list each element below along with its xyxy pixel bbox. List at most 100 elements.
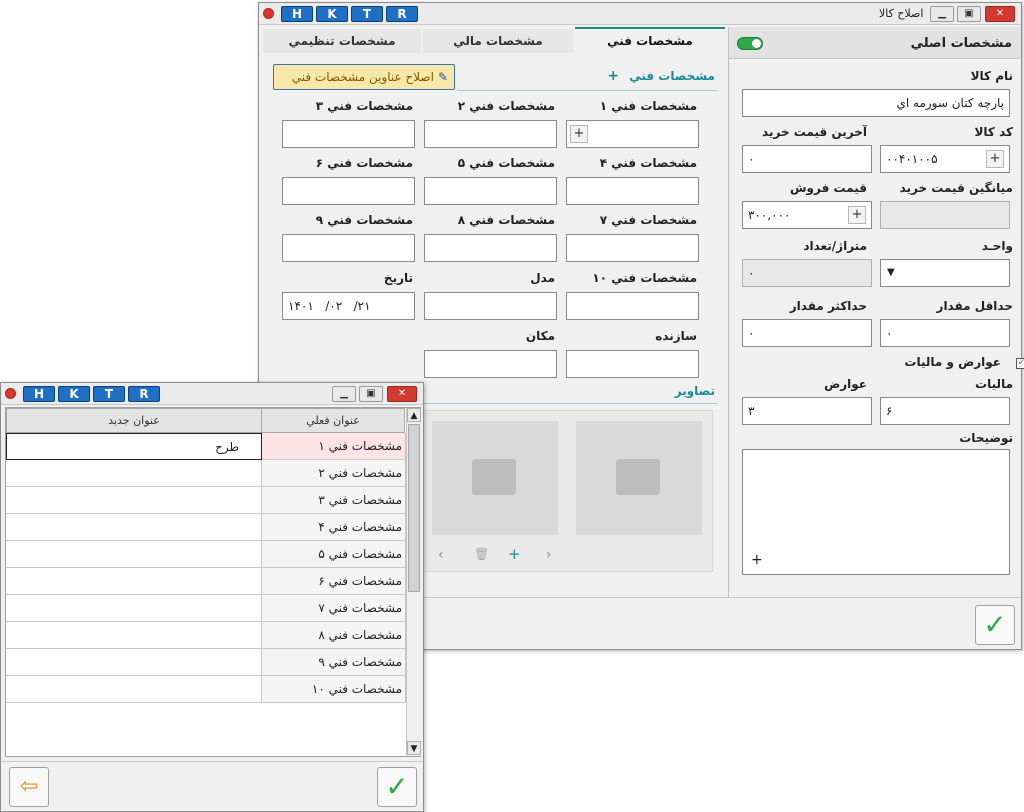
row-new-title[interactable] xyxy=(6,622,262,649)
row-new-title[interactable] xyxy=(6,649,262,676)
code-plus-button[interactable]: + xyxy=(986,150,1004,168)
row-current-title[interactable]: مشخصات فني ۹ xyxy=(261,649,406,676)
scroll-down-icon[interactable]: ▼ xyxy=(407,741,421,755)
row-current-title[interactable]: مشخصات فني ۷ xyxy=(261,595,406,622)
tech2-input[interactable] xyxy=(424,120,557,148)
meter-label: متراژ/تعداد xyxy=(803,239,867,253)
title-bar[interactable]: H K T R اصلاح كالا ▁ ▣ ✕ xyxy=(259,3,1021,25)
row-current-title[interactable]: مشخصات فني ۲ xyxy=(261,460,406,487)
tax-check-label: عوارض و ماليات xyxy=(904,355,1001,369)
maximize-icon[interactable]: ▣ xyxy=(957,6,981,22)
tech6-input[interactable] xyxy=(282,177,415,205)
h-button[interactable]: H xyxy=(281,6,313,22)
ok-button[interactable]: ✓ xyxy=(975,605,1015,645)
row-current-title[interactable]: مشخصات فني ۱۰ xyxy=(261,676,406,703)
add-image-icon[interactable]: + xyxy=(508,545,521,563)
maximize-icon[interactable]: ▣ xyxy=(359,386,383,402)
tab-technical[interactable]: مشخصات فني xyxy=(575,27,725,51)
tax-input[interactable]: ۶ xyxy=(880,397,1010,425)
chevron-right-icon[interactable]: › xyxy=(546,547,552,563)
min-label: حداقل مقدار xyxy=(936,299,1013,313)
close-icon[interactable]: ✕ xyxy=(387,386,417,402)
tech7-input[interactable] xyxy=(566,234,699,262)
tech1-plus-button[interactable]: + xyxy=(570,125,588,143)
ok-button[interactable]: ✓ xyxy=(377,767,417,807)
name-input[interactable]: پارچه كتان سورمه اي xyxy=(742,89,1010,117)
h-button[interactable]: H xyxy=(23,386,55,402)
tech9-input[interactable] xyxy=(282,234,415,262)
description-textarea[interactable]: + xyxy=(742,449,1010,575)
tech3-input[interactable] xyxy=(282,120,415,148)
tab-regulatory[interactable]: مشخصات تنظيمي xyxy=(263,29,421,53)
r-button[interactable]: R xyxy=(386,6,418,22)
close-dot-icon[interactable] xyxy=(263,8,274,19)
avg-price-label: ميانگين قيمت خريد xyxy=(899,181,1013,195)
last-price-input[interactable]: ۰ xyxy=(742,145,872,173)
row-new-title[interactable] xyxy=(6,568,262,595)
window-title: اصلاح كالا xyxy=(879,7,924,20)
date-label: تاريخ xyxy=(383,271,413,285)
pencil-icon: ✎ xyxy=(437,70,448,84)
tech10-input[interactable] xyxy=(566,292,699,320)
minimize-icon[interactable]: ▁ xyxy=(332,386,356,402)
r-button[interactable]: R xyxy=(128,386,160,402)
tech4-input[interactable] xyxy=(566,177,699,205)
min-input[interactable]: ۰ xyxy=(880,319,1010,347)
duty-input[interactable]: ۳ xyxy=(742,397,872,425)
t-button[interactable]: T xyxy=(351,6,383,22)
image-placeholder-2[interactable] xyxy=(432,421,558,535)
tech5-input[interactable] xyxy=(424,177,557,205)
row-new-title[interactable]: طرح xyxy=(6,433,262,460)
row-current-title[interactable]: مشخصات فني ۱ xyxy=(261,433,406,460)
grid-rows: مشخصات فني ۱ طرح مشخصات فني ۲ مشخصات فني ۳م… xyxy=(6,433,406,757)
tab-financial[interactable]: مشخصات مالي xyxy=(423,29,573,53)
row-new-title[interactable] xyxy=(6,514,262,541)
tech-section-text: مشخصات فني xyxy=(629,69,715,83)
col-current-header[interactable]: عنوان فعلي xyxy=(261,408,405,433)
row-new-title[interactable] xyxy=(6,487,262,514)
tech8-input[interactable] xyxy=(424,234,557,262)
image-placeholder-1[interactable] xyxy=(576,421,702,535)
row-new-title[interactable] xyxy=(6,595,262,622)
row-new-title[interactable] xyxy=(6,460,262,487)
title-bar[interactable]: H K T R ▁ ▣ ✕ xyxy=(1,383,423,405)
k-button[interactable]: K xyxy=(316,6,348,22)
max-label: حداكثر مقدار xyxy=(789,299,867,313)
k-button[interactable]: K xyxy=(58,386,90,402)
scroll-up-icon[interactable]: ▲ xyxy=(407,408,421,422)
toggle-switch[interactable] xyxy=(737,37,763,50)
place-input[interactable] xyxy=(424,350,557,378)
name-label: نام كالا xyxy=(970,69,1013,83)
images-section-title: تصاوير xyxy=(674,384,715,398)
close-icon[interactable]: ✕ xyxy=(985,6,1015,22)
scrollbar[interactable]: ▲ ▼ xyxy=(406,408,421,756)
minimize-icon[interactable]: ▁ xyxy=(930,6,954,22)
chevron-left-icon[interactable]: ‹ xyxy=(438,547,444,563)
close-dot-icon[interactable] xyxy=(5,388,16,399)
row-new-title[interactable] xyxy=(6,676,262,703)
row-current-title[interactable]: مشخصات فني ۳ xyxy=(261,487,406,514)
col-new-header[interactable]: عنوان جديد xyxy=(6,408,262,433)
tech4-label: مشخصات فني ۴ xyxy=(599,156,697,170)
description-plus-icon[interactable]: + xyxy=(751,552,763,568)
exit-button[interactable]: ⇦ xyxy=(9,767,49,807)
plus-icon[interactable]: + xyxy=(607,68,619,84)
tech1-label: مشخصات فني ۱ xyxy=(599,99,697,113)
row-current-title[interactable]: مشخصات فني ۴ xyxy=(261,514,406,541)
row-current-title[interactable]: مشخصات فني ۶ xyxy=(261,568,406,595)
row-new-title[interactable] xyxy=(6,541,262,568)
sale-price-plus-button[interactable]: + xyxy=(848,206,866,224)
trash-icon[interactable]: 🗑 xyxy=(474,547,489,561)
date-input[interactable]: ۱۴۰۱ /۰۲ /۲۱ xyxy=(282,292,415,320)
row-current-title[interactable]: مشخصات فني ۸ xyxy=(261,622,406,649)
maker-input[interactable] xyxy=(566,350,699,378)
unit-select[interactable]: ▼ xyxy=(880,259,1010,287)
scroll-thumb[interactable] xyxy=(408,424,420,592)
t-button[interactable]: T xyxy=(93,386,125,402)
tax-checkbox[interactable]: ✓ xyxy=(1016,358,1024,369)
max-input[interactable]: ۰ xyxy=(742,319,872,347)
row-current-title[interactable]: مشخصات فني ۵ xyxy=(261,541,406,568)
image-icon xyxy=(472,459,516,495)
model-input[interactable] xyxy=(424,292,557,320)
edit-titles-button[interactable]: ✎اصلاح عناوين مشخصات فني xyxy=(273,64,455,90)
